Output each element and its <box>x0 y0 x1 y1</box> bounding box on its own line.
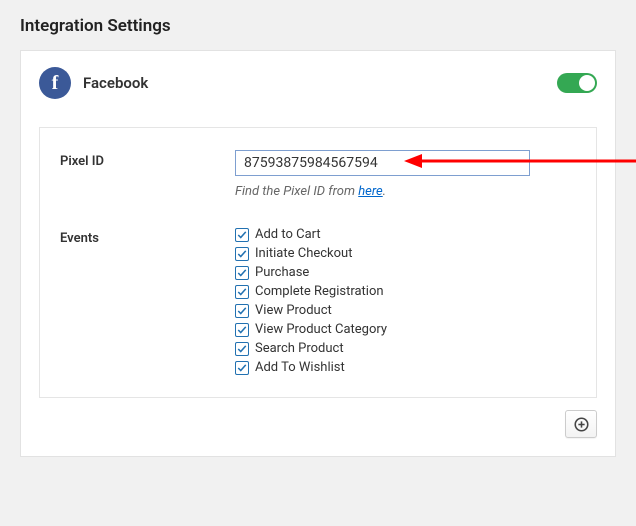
event-label: Initiate Checkout <box>255 246 352 261</box>
check-icon <box>237 306 247 316</box>
event-item: View Product Category <box>235 322 576 337</box>
check-icon <box>237 268 247 278</box>
event-checkbox[interactable] <box>235 304 249 318</box>
help-suffix: . <box>383 184 386 199</box>
toggle-knob <box>579 75 595 91</box>
add-integration-button[interactable] <box>565 410 597 438</box>
event-checkbox[interactable] <box>235 228 249 242</box>
events-row: Events Add to Cart Initiate Checkout Purch… <box>60 227 576 375</box>
check-icon <box>237 344 247 354</box>
integration-card: f Facebook Pixel ID Find the Pixel ID fr… <box>20 50 616 457</box>
enable-toggle[interactable] <box>557 73 597 93</box>
event-item: Search Product <box>235 341 576 356</box>
card-header: f Facebook <box>39 67 597 99</box>
event-label: Complete Registration <box>255 284 384 299</box>
facebook-icon: f <box>39 67 71 99</box>
pixel-id-help-link[interactable]: here <box>358 184 382 199</box>
check-icon <box>237 325 247 335</box>
event-checkbox[interactable] <box>235 247 249 261</box>
event-checkbox[interactable] <box>235 361 249 375</box>
event-label: View Product <box>255 303 332 318</box>
plus-circle-icon <box>574 417 589 432</box>
check-icon <box>237 230 247 240</box>
event-item: Initiate Checkout <box>235 246 576 261</box>
event-label: View Product Category <box>255 322 387 337</box>
check-icon <box>237 287 247 297</box>
integration-name: Facebook <box>83 74 148 92</box>
event-checkbox[interactable] <box>235 285 249 299</box>
event-label: Add To Wishlist <box>255 360 345 375</box>
check-icon <box>237 363 247 373</box>
pixel-id-help: Find the Pixel ID from here. <box>235 184 576 199</box>
pixel-id-label: Pixel ID <box>60 150 235 199</box>
check-icon <box>237 249 247 259</box>
help-prefix: Find the Pixel ID from <box>235 184 358 199</box>
event-checkbox[interactable] <box>235 323 249 337</box>
event-item: Add to Cart <box>235 227 576 242</box>
events-label: Events <box>60 227 235 375</box>
events-list: Add to Cart Initiate Checkout Purchase Comp… <box>235 227 576 375</box>
event-checkbox[interactable] <box>235 342 249 356</box>
event-item: View Product <box>235 303 576 318</box>
event-label: Search Product <box>255 341 344 356</box>
event-item: Add To Wishlist <box>235 360 576 375</box>
page-title: Integration Settings <box>20 16 616 36</box>
event-label: Add to Cart <box>255 227 321 242</box>
event-label: Purchase <box>255 265 309 280</box>
event-item: Complete Registration <box>235 284 576 299</box>
settings-box: Pixel ID Find the Pixel ID from here. Ev… <box>39 127 597 398</box>
pixel-id-input[interactable] <box>235 150 530 176</box>
event-checkbox[interactable] <box>235 266 249 280</box>
pixel-id-row: Pixel ID Find the Pixel ID from here. <box>60 150 576 199</box>
event-item: Purchase <box>235 265 576 280</box>
